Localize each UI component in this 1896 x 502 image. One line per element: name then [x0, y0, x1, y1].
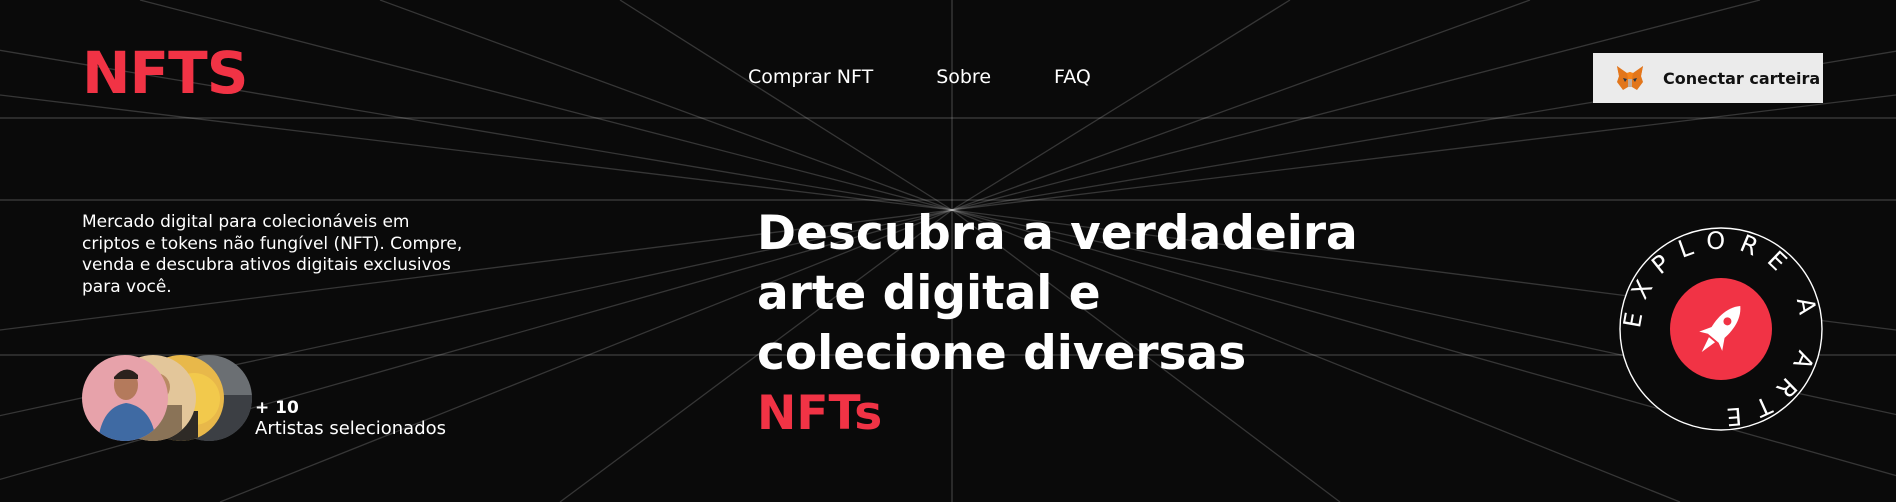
hero-line-2: arte digital e	[757, 266, 1101, 321]
artists-info: + 10 Artistas selecionados	[255, 398, 446, 440]
hero-line-1: Descubra a verdadeira	[757, 206, 1358, 261]
nav-sobre[interactable]: Sobre	[936, 66, 991, 88]
hero-headline: Descubra a verdadeira arte digital e col…	[757, 204, 1377, 444]
logo[interactable]: NFTS	[82, 44, 248, 102]
nav-comprar-nft[interactable]: Comprar NFT	[748, 66, 873, 88]
metamask-fox-icon	[1617, 66, 1643, 90]
connect-wallet-label: Conectar carteira	[1663, 68, 1821, 88]
nav-faq[interactable]: FAQ	[1054, 66, 1091, 88]
grid-line	[139, 0, 953, 211]
connect-wallet-button[interactable]: Conectar carteira	[1593, 53, 1823, 103]
artists-count: + 10	[255, 398, 299, 418]
hero-accent: NFTs	[757, 386, 883, 441]
explore-badge[interactable]: EXPLORE A ARTE	[1618, 226, 1824, 432]
grid-line	[951, 94, 1896, 211]
avatar	[82, 355, 168, 441]
hero-line-3: colecione diversas	[757, 326, 1247, 381]
artist-avatars	[82, 355, 252, 441]
intro-text: Mercado digital para colecionáveis em cr…	[82, 212, 463, 297]
grid-line	[619, 0, 953, 211]
grid-line	[951, 0, 1761, 211]
grid-line	[379, 0, 953, 211]
grid-line	[951, 0, 1531, 211]
artists-caption: Artistas selecionados	[255, 418, 447, 439]
grid-line	[0, 94, 953, 211]
grid-line	[951, 50, 1896, 211]
main-nav: Comprar NFT Sobre FAQ	[748, 66, 1091, 88]
